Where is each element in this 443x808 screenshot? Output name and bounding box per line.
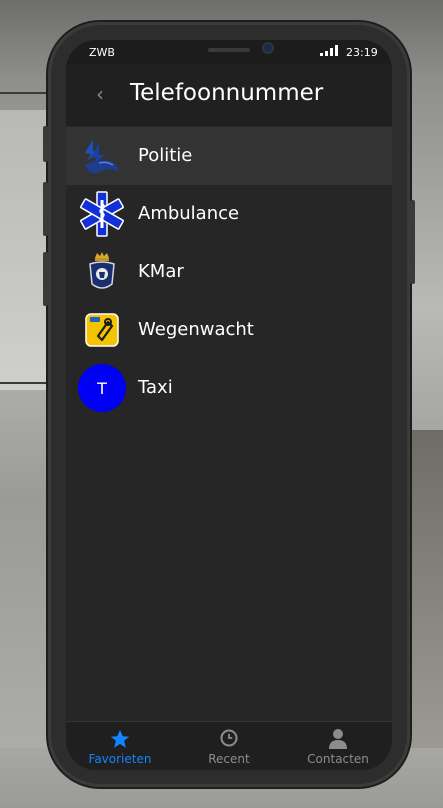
bottom-tab-bar: Favorieten Recent Contacten [66,721,392,770]
page-title: Telefoonnummer [130,80,324,106]
phone-side-button [410,200,415,284]
status-time: 23:19 [346,46,378,59]
contact-row-taxi[interactable]: T Taxi [66,359,392,417]
tab-label: Contacten [307,752,369,766]
wegenwacht-logo-icon [78,306,126,354]
star-of-life-icon [78,190,126,238]
tab-favorieten[interactable]: Favorieten [66,722,174,770]
kmar-emblem-icon [78,248,126,296]
contact-list: Politie Ambulance KMar Wegenwacht T Taxi [66,127,392,417]
contact-label: KMar [138,261,184,282]
phone-side-button [43,182,48,236]
avatar-letter: T [78,364,126,412]
clock-icon [175,728,283,752]
carrier-name: ZWB [89,46,115,59]
taxi-avatar: T [78,364,126,412]
phone-screen: ZWB 23:19 ‹ Telefoonnummer Politie Ambul… [66,40,392,770]
contact-row-ambulance[interactable]: Ambulance [66,185,392,243]
contact-label: Taxi [138,377,173,398]
phone-side-button [43,252,48,306]
person-icon [284,728,392,752]
phone-side-button [43,126,48,162]
app-header: ‹ Telefoonnummer [66,64,392,126]
status-bar: ZWB 23:19 [66,40,392,64]
contact-row-wegenwacht[interactable]: Wegenwacht [66,301,392,359]
tab-label: Favorieten [88,752,152,766]
contact-label: Wegenwacht [138,319,254,340]
contact-row-politie[interactable]: Politie [66,127,392,185]
tab-recent[interactable]: Recent [175,722,283,770]
tab-label: Recent [208,752,250,766]
police-logo-icon [78,132,126,180]
speaker-grille [208,48,250,52]
camera-icon [264,44,272,52]
star-icon [66,728,174,752]
contact-label: Politie [138,145,193,166]
contact-row-kmar[interactable]: KMar [66,243,392,301]
tab-contacten[interactable]: Contacten [284,722,392,770]
signal-icon [320,45,338,56]
chevron-left-icon[interactable]: ‹ [96,82,104,106]
contact-label: Ambulance [138,203,240,224]
notch [140,40,320,62]
